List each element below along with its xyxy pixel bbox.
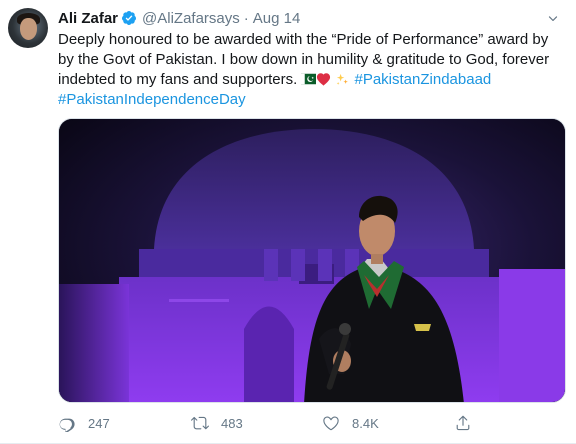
singer-neck xyxy=(371,254,383,264)
tweet-text-line: indebted to my fans and supporters. #Pak… xyxy=(58,70,568,90)
author-handle[interactable]: @AliZafarsays xyxy=(142,10,240,27)
tweet-timestamp[interactable]: Aug 14 xyxy=(253,10,301,27)
hashtag-link[interactable]: #PakistanZindabaad xyxy=(354,71,491,88)
column xyxy=(264,249,278,281)
heart-icon xyxy=(323,416,339,431)
arch xyxy=(244,306,294,402)
wall-detail xyxy=(169,299,229,302)
retweet-button[interactable]: 483 xyxy=(191,414,243,432)
like-count: 8.4K xyxy=(352,415,379,431)
column xyxy=(291,249,305,281)
tweet-text-line: Deeply honoured to be awarded with the “… xyxy=(58,31,549,48)
tweet-text-segment: indebted to my fans and supporters. xyxy=(58,71,298,88)
avatar[interactable] xyxy=(8,8,48,48)
share-button[interactable] xyxy=(454,414,484,432)
retweet-icon xyxy=(191,416,209,430)
sparkle-icon xyxy=(337,73,349,85)
tweet[interactable]: Ali Zafar @AliZafarsays · Aug 14 Deeply … xyxy=(0,0,576,444)
column xyxy=(318,249,332,281)
photo-singer-on-stage xyxy=(59,119,565,402)
share-icon xyxy=(456,415,470,431)
verified-badge-icon xyxy=(122,11,137,25)
red-heart-icon xyxy=(317,73,331,86)
tweet-text-line: #PakistanIndependenceDay xyxy=(58,90,568,110)
tweet-text-line: by the Govt of Pakistan. I bow down in h… xyxy=(58,51,550,68)
reply-icon xyxy=(59,418,75,432)
microphone-head xyxy=(339,323,351,335)
tweet-text: Deeply honoured to be awarded with the “… xyxy=(58,30,568,110)
mausoleum-right-wing xyxy=(499,269,565,402)
avatar-face xyxy=(20,18,37,40)
header-separator: · xyxy=(243,9,249,27)
retweet-count: 483 xyxy=(221,415,243,431)
like-button[interactable]: 8.4K xyxy=(322,414,379,432)
reply-button[interactable]: 247 xyxy=(58,414,110,432)
mausoleum-left-wing xyxy=(59,284,129,402)
pocket-square xyxy=(414,324,431,331)
reply-count: 247 xyxy=(88,415,110,431)
tweet-header: Ali Zafar @AliZafarsays · Aug 14 xyxy=(58,8,300,28)
author-name[interactable]: Ali Zafar xyxy=(58,10,118,27)
tweet-actions: 247 483 8.4K xyxy=(58,412,566,436)
tweet-media-photo[interactable] xyxy=(58,118,566,403)
pakistan-flag-icon xyxy=(301,73,317,85)
chevron-down-icon[interactable] xyxy=(546,12,560,26)
hashtag-link[interactable]: #PakistanIndependenceDay xyxy=(58,91,246,108)
